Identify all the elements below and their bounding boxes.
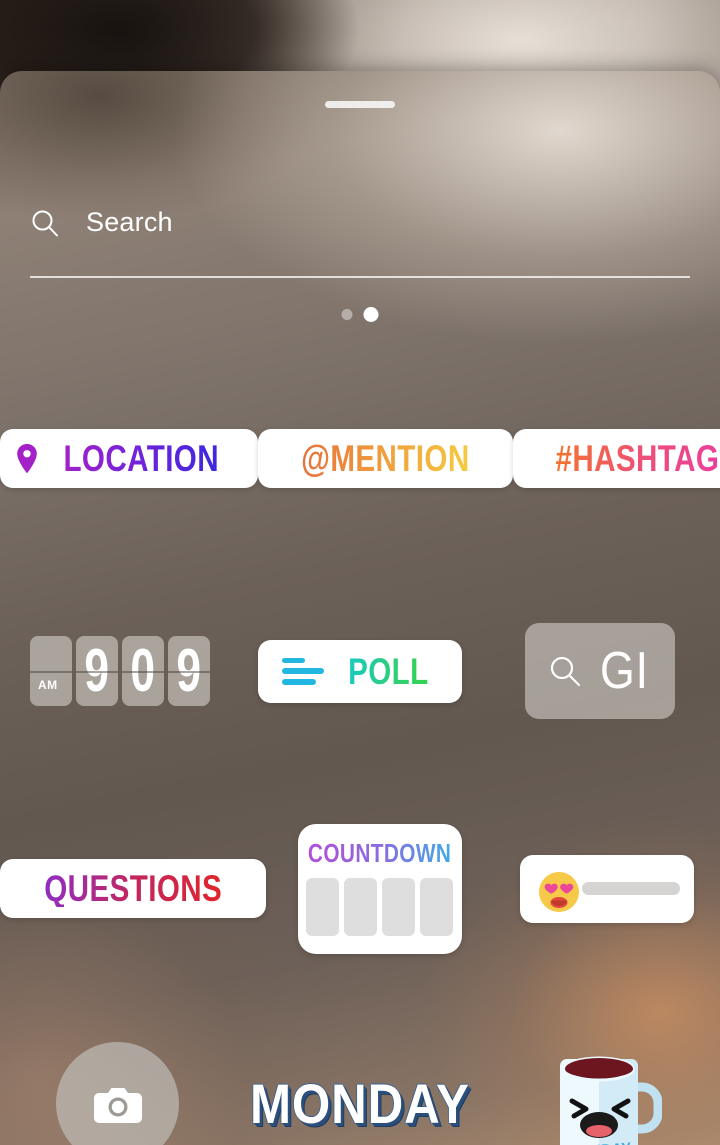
- gif-sticker[interactable]: GI: [525, 623, 675, 719]
- time-digit-card: 0: [122, 636, 164, 706]
- camera-icon: [93, 1087, 142, 1123]
- sheet-grab-handle[interactable]: [325, 101, 395, 108]
- sticker-row-3: QUESTIONS COUNTDOWN: [0, 821, 720, 956]
- slot-time: AM 9 0 9: [0, 636, 240, 706]
- search-bar[interactable]: Search: [30, 207, 173, 238]
- questions-sticker[interactable]: QUESTIONS: [0, 859, 267, 918]
- slot-camera: [0, 1042, 235, 1145]
- mention-sticker[interactable]: @MENTION: [258, 429, 514, 488]
- poll-bar: [281, 678, 317, 685]
- search-input-placeholder[interactable]: Search: [86, 207, 173, 238]
- time-digit-min-ones: 9: [176, 637, 202, 704]
- heart-eyes-emoji-icon: [538, 871, 579, 912]
- countdown-sticker[interactable]: COUNTDOWN: [297, 823, 462, 954]
- poll-sticker[interactable]: POLL: [257, 639, 463, 703]
- time-digit-hour: 9: [84, 637, 110, 704]
- slot-monday-text: MONDAY: [235, 1075, 485, 1132]
- slot-monday-mug: MONDAY: [485, 1039, 720, 1145]
- search-icon: [32, 210, 58, 236]
- monday-text-sticker[interactable]: MONDAY: [250, 1075, 470, 1132]
- slot-emoji-slider: [493, 854, 720, 923]
- poll-bar: [281, 657, 306, 663]
- countdown-box: [306, 877, 340, 936]
- countdown-digit-boxes: [306, 877, 454, 936]
- time-meridiem-card: AM: [30, 636, 72, 706]
- time-digit-min-tens: 0: [130, 637, 156, 704]
- location-sticker-label: LOCATION: [63, 438, 220, 479]
- emoji-slider-track[interactable]: [581, 882, 680, 895]
- time-sticker[interactable]: AM 9 0 9: [30, 636, 210, 706]
- mention-sticker-label: @MENTION: [301, 438, 471, 479]
- search-icon: [550, 656, 580, 687]
- time-meridiem-label: AM: [38, 678, 58, 692]
- page-dot-1[interactable]: [341, 309, 353, 320]
- location-sticker[interactable]: LOCATION: [0, 429, 259, 488]
- monday-mug-sticker[interactable]: MONDAY: [542, 1039, 663, 1145]
- camera-sticker[interactable]: [56, 1042, 180, 1145]
- page-indicator: [341, 307, 379, 322]
- countdown-box: [344, 877, 378, 936]
- slot-hashtag: #HASHTAG: [513, 429, 720, 488]
- sticker-row-1: LOCATION @MENTION #HASHTAG: [0, 416, 720, 501]
- sticker-row-2: AM 9 0 9 POLL GI: [0, 616, 720, 726]
- hashtag-sticker-label: #HASHTAG: [555, 438, 720, 479]
- countdown-box: [382, 877, 416, 936]
- slot-gif: GI: [480, 623, 720, 719]
- search-underline: [30, 276, 690, 278]
- sticker-tray-sheet: Search LOCATION @MENTION #HASHTAG AM 9 0…: [0, 71, 720, 1145]
- slot-questions: QUESTIONS: [0, 859, 267, 918]
- slot-location: LOCATION: [0, 429, 259, 488]
- slot-countdown: COUNTDOWN: [266, 823, 493, 954]
- questions-sticker-label: QUESTIONS: [44, 868, 223, 909]
- poll-sticker-label: POLL: [347, 650, 429, 692]
- slot-poll: POLL: [240, 639, 480, 703]
- gif-sticker-label: GI: [599, 642, 649, 700]
- page-dot-2[interactable]: [363, 307, 379, 322]
- time-digit-card: 9: [168, 636, 210, 706]
- time-digit-card: 9: [76, 636, 118, 706]
- hashtag-sticker[interactable]: #HASHTAG: [513, 429, 720, 488]
- countdown-sticker-label: COUNTDOWN: [308, 837, 452, 868]
- slot-mention: @MENTION: [258, 429, 514, 488]
- sticker-row-4: MONDAY MONDAY: [0, 1031, 720, 1145]
- poll-bars-icon: [281, 657, 324, 685]
- countdown-box: [420, 877, 454, 936]
- poll-bar: [281, 667, 324, 674]
- location-pin-icon: [17, 443, 37, 473]
- emoji-slider-sticker[interactable]: [519, 854, 694, 923]
